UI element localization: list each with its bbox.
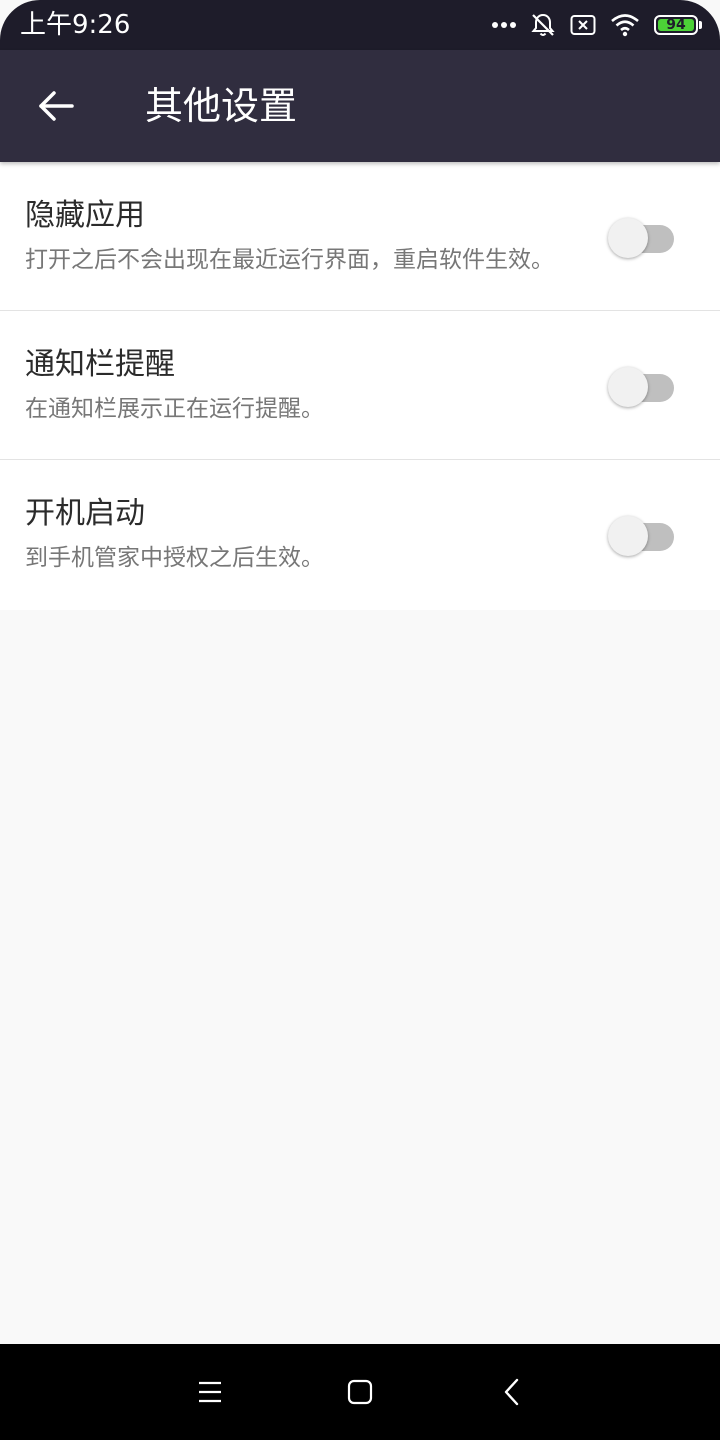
screen: 上午9:26 94 其他设置 隐藏应用 打开之后不会出现在最近运行界面，重启软件… bbox=[0, 0, 720, 1440]
menu-button[interactable] bbox=[186, 1368, 234, 1416]
setting-title: 开机启动 bbox=[25, 496, 145, 531]
auto-start-toggle[interactable] bbox=[608, 514, 676, 556]
status-time: 上午9:26 bbox=[20, 10, 131, 40]
home-icon bbox=[347, 1379, 373, 1405]
setting-description: 在通知栏展示正在运行提醒。 bbox=[25, 396, 324, 422]
back-icon bbox=[504, 1378, 519, 1406]
home-button[interactable] bbox=[336, 1368, 384, 1416]
menu-icon bbox=[199, 1381, 221, 1403]
settings-list: 隐藏应用 打开之后不会出现在最近运行界面，重启软件生效。 通知栏提醒 在通知栏展… bbox=[0, 162, 720, 610]
notification-reminder-toggle[interactable] bbox=[608, 365, 676, 407]
hide-app-toggle[interactable] bbox=[608, 216, 676, 258]
bell-muted-icon bbox=[530, 12, 556, 38]
battery-cap bbox=[699, 21, 702, 29]
page-title: 其他设置 bbox=[145, 84, 298, 128]
status-bar: 上午9:26 94 bbox=[0, 0, 720, 50]
setting-title: 通知栏提醒 bbox=[25, 347, 175, 382]
setting-auto-start[interactable]: 开机启动 到手机管家中授权之后生效。 bbox=[0, 460, 720, 610]
sim-no-signal-icon bbox=[570, 14, 596, 36]
toggle-thumb bbox=[608, 218, 648, 258]
battery-indicator: 94 bbox=[654, 15, 702, 35]
back-button[interactable] bbox=[22, 72, 90, 140]
setting-hide-app[interactable]: 隐藏应用 打开之后不会出现在最近运行界面，重启软件生效。 bbox=[0, 162, 720, 311]
more-dots-icon bbox=[492, 21, 516, 29]
wifi-icon bbox=[610, 13, 640, 37]
battery-icon: 94 bbox=[654, 15, 698, 35]
navigation-bar bbox=[0, 1344, 720, 1440]
battery-level: 94 bbox=[666, 17, 686, 33]
setting-description: 到手机管家中授权之后生效。 bbox=[25, 545, 324, 571]
setting-title: 隐藏应用 bbox=[25, 198, 145, 233]
setting-description: 打开之后不会出现在最近运行界面，重启软件生效。 bbox=[25, 247, 554, 273]
toggle-thumb bbox=[608, 367, 648, 407]
status-icons: 94 bbox=[492, 10, 702, 40]
arrow-left-icon bbox=[39, 91, 74, 121]
toolbar: 其他设置 bbox=[0, 50, 720, 162]
setting-notification-reminder[interactable]: 通知栏提醒 在通知栏展示正在运行提醒。 bbox=[0, 311, 720, 460]
toggle-thumb bbox=[608, 516, 648, 556]
nav-back-button[interactable] bbox=[488, 1368, 536, 1416]
